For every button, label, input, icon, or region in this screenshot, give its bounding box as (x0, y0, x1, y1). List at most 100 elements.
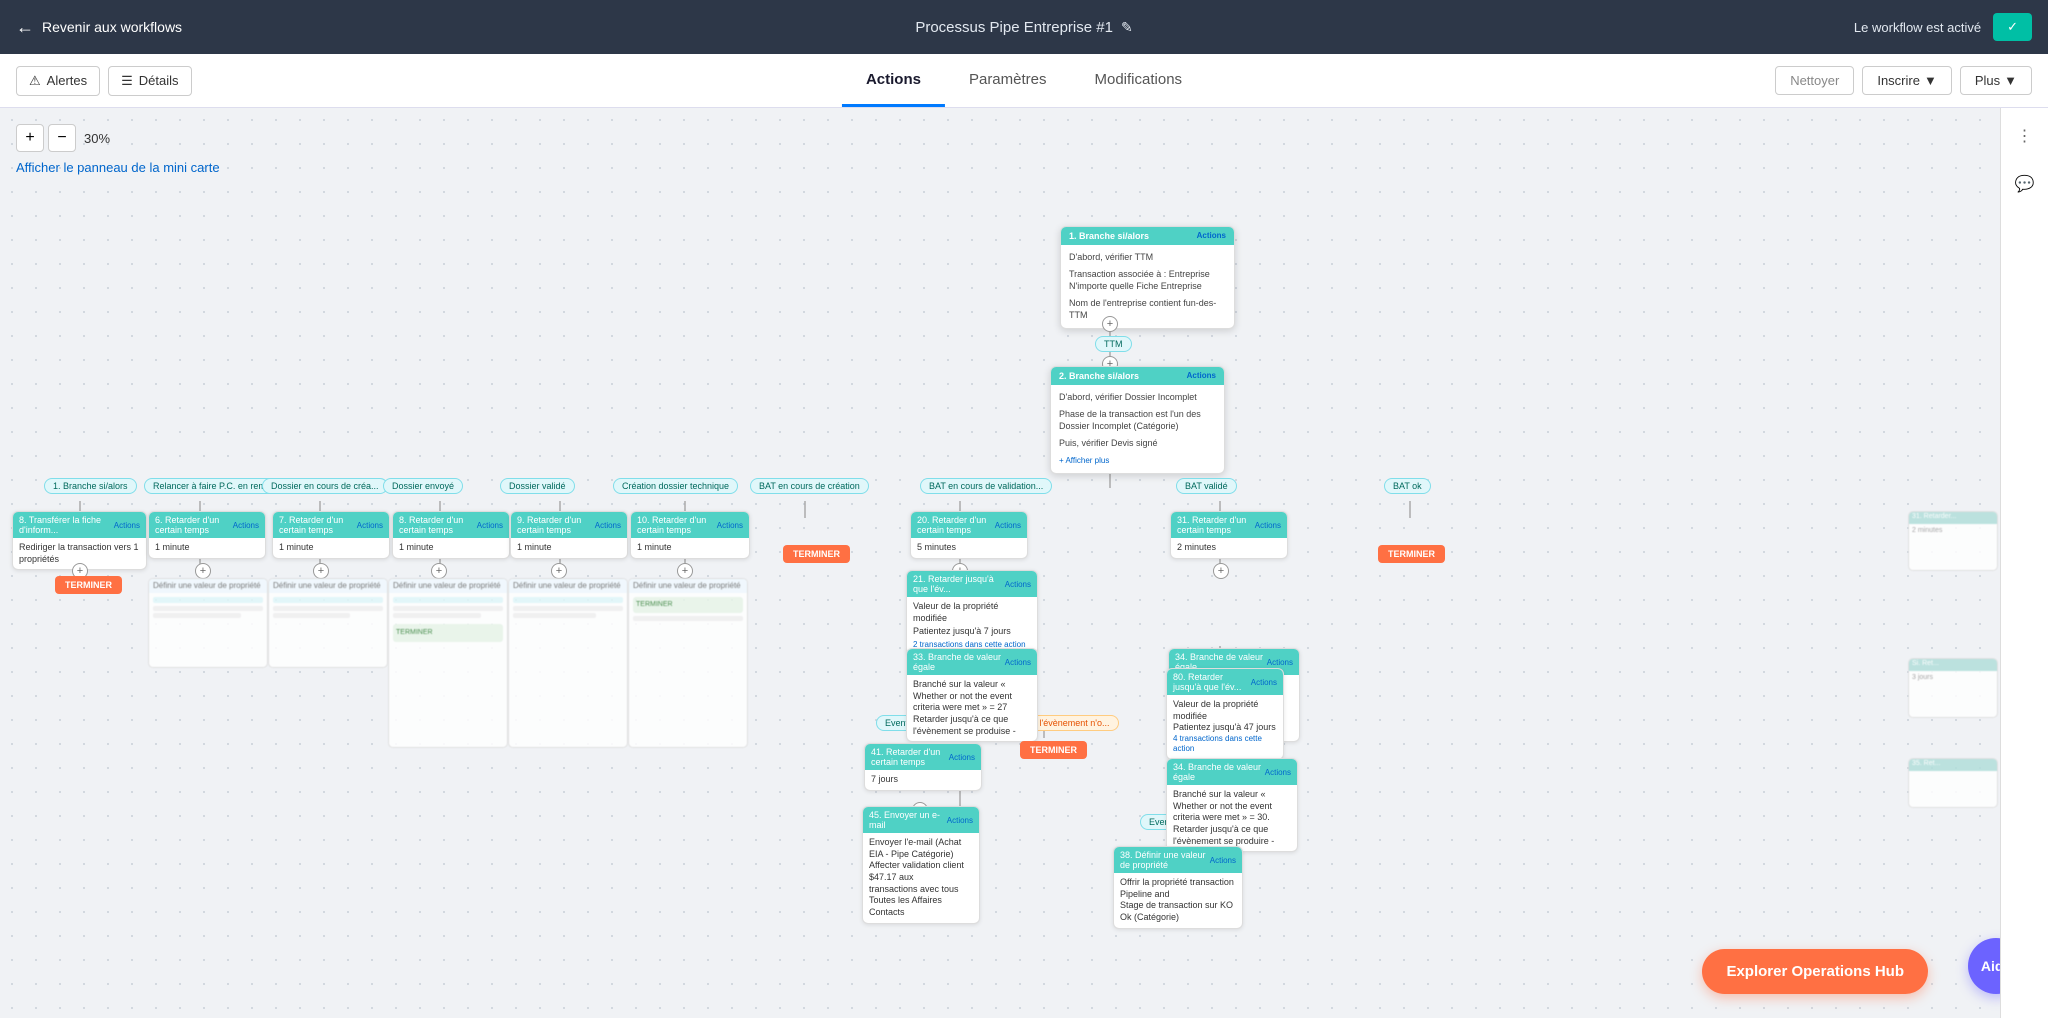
label-bat-en-cours-validation: BAT en cours de validation... (920, 478, 1052, 494)
label-dossier-valide: Dossier validé (500, 478, 575, 494)
action45-label: 45. Envoyer un e-mail (869, 810, 947, 830)
workflow-canvas-area[interactable]: + − 30% Afficher le panneau de la mini c… (0, 108, 2048, 1018)
zoom-out-button[interactable]: − (48, 124, 76, 152)
action41-actions[interactable]: Actions (949, 753, 975, 762)
plus-conn-4[interactable]: + (431, 563, 447, 579)
branch-33: 21. Retarder jusqu'à que l'év... Actions… (906, 570, 1038, 655)
action-node-3: 7. Retarder d'un certain temps Actions 1… (272, 511, 390, 559)
action-node-6: 10. Retarder d'un certain temps Actions … (630, 511, 750, 559)
action31-label: 31. Retarder d'un certain temps (1177, 515, 1255, 535)
minimap-link[interactable]: Afficher le panneau de la mini carte (16, 160, 220, 175)
action3-actions[interactable]: Actions (357, 521, 383, 530)
action5-label: 9. Retarder d'un certain temps (517, 515, 595, 535)
workflow-title: Processus Pipe Entreprise #1 (915, 19, 1113, 36)
action38-actions[interactable]: Actions (1210, 856, 1236, 865)
action1-actions[interactable]: Actions (114, 521, 140, 530)
plus-chevron-icon: ▼ (2004, 73, 2017, 88)
branch2-actions[interactable]: Actions (1187, 371, 1216, 381)
branch33-actions[interactable]: Actions (1005, 580, 1031, 589)
plus-conn-5[interactable]: + (551, 563, 567, 579)
branch1-line4: Nom de l'entreprise contient fun-des-TTM (1069, 297, 1226, 322)
label-dossier-en-cours: Dossier en cours de créa... (262, 478, 388, 494)
details-button[interactable]: ☰ Détails (108, 66, 191, 96)
zoom-level: 30% (80, 131, 114, 146)
panel-chat-icon[interactable]: 💬 (2009, 168, 2041, 200)
action2-actions[interactable]: Actions (233, 521, 259, 530)
action-node-31: 31. Retarder d'un certain temps Actions … (1170, 511, 1288, 559)
nettoyer-button[interactable]: Nettoyer (1775, 66, 1854, 95)
plus-conn-8[interactable]: + (1213, 563, 1229, 579)
branch2-title: 2. Branche si/alors (1059, 371, 1139, 381)
action6-label: 10. Retarder d'un certain temps (637, 515, 717, 535)
back-button[interactable]: ← Revenir aux workflows (16, 17, 182, 38)
details-label: Détails (139, 73, 179, 88)
alert-icon: ⚠ (29, 73, 41, 89)
branch1-body: D'abord, vérifier TTM Transaction associ… (1061, 245, 1234, 328)
action20-actions[interactable]: Actions (995, 521, 1021, 530)
branch33-value: 33. Branche de valeur égale Actions Bran… (906, 648, 1038, 742)
action-node-80: 80. Retarder jusqu'à que l'év... Actions… (1166, 668, 1284, 760)
branch2-body: D'abord, vérifier Dossier Incomplet Phas… (1051, 385, 1224, 473)
connector-dot-1[interactable]: + (1102, 316, 1118, 332)
branch2-show-more[interactable]: + Afficher plus (1059, 455, 1216, 466)
blurred-node-3: Définir une valeur de propriété (268, 578, 388, 668)
action-node-38: 38. Définir une valeur de propriété Acti… (1113, 846, 1243, 929)
terminer-node-0: TERMINER (55, 576, 122, 594)
action1-label: 8. Transférer la fiche d'inform... (19, 515, 114, 535)
workflow-status: Le workflow est activé (1854, 20, 1981, 35)
plus-conn-6[interactable]: + (677, 563, 693, 579)
branch34v2-actions[interactable]: Actions (1265, 768, 1291, 777)
action31-actions[interactable]: Actions (1255, 521, 1281, 530)
branch33v-actions[interactable]: Actions (1005, 658, 1031, 667)
plus-conn-2[interactable]: + (195, 563, 211, 579)
blurred-node-4: Définir une valeur de propriété TERMINER (388, 578, 508, 748)
terminer-node-3: TERMINER (1020, 741, 1087, 759)
action38-label: 38. Définir une valeur de propriété (1120, 850, 1210, 870)
toggle-active-button[interactable]: ✓ (1993, 13, 2032, 41)
edit-icon[interactable]: ✎ (1121, 19, 1133, 36)
explorer-hub-button[interactable]: Explorer Operations Hub (1702, 949, 1928, 994)
branch1-title: 1. Branche si/alors (1069, 231, 1149, 241)
branch1-popup: 1. Branche si/alors Actions D'abord, vér… (1060, 226, 1235, 329)
label-bat-valide: BAT validé (1176, 478, 1237, 494)
action80-actions[interactable]: Actions (1251, 678, 1277, 687)
sub-bar-left: ⚠ Alertes ☰ Détails (16, 66, 192, 96)
tab-actions[interactable]: Actions (842, 55, 945, 107)
action-node-45: 45. Envoyer un e-mail Actions Envoyer l'… (862, 806, 980, 924)
tab-parametres[interactable]: Paramètres (945, 55, 1071, 107)
top-bar: ← Revenir aux workflows Processus Pipe E… (0, 0, 2048, 54)
top-right-controls: Le workflow est activé ✓ (1854, 13, 2032, 41)
branch2-header: 2. Branche si/alors Actions (1051, 367, 1224, 385)
zoom-in-button[interactable]: + (16, 124, 44, 152)
branch2-line2: Phase de la transaction est l'un des Dos… (1059, 408, 1216, 433)
action-node-20: 20. Retarder d'un certain temps Actions … (910, 511, 1028, 559)
inscrire-chevron-icon: ▼ (1924, 73, 1937, 88)
blurred-node-far-right-1: 31. Retarder... 2 minutes (1908, 511, 1998, 571)
branch1-line3: N'importe quelle Fiche Entreprise (1069, 280, 1226, 293)
action-node-41: 41. Retarder d'un certain temps Actions … (864, 743, 982, 791)
action45-actions[interactable]: Actions (947, 816, 973, 825)
alertes-button[interactable]: ⚠ Alertes (16, 66, 100, 96)
branch1-actions[interactable]: Actions (1197, 231, 1226, 241)
connector-lines (0, 108, 2048, 1018)
plus-conn-3[interactable]: + (313, 563, 329, 579)
terminer-node-1: TERMINER (783, 545, 850, 563)
blurred-node-far-right-3: 35. Ret... (1908, 758, 1998, 808)
action-node-4: 8. Retarder d'un certain temps Actions 1… (392, 511, 510, 559)
blurred-node-far-right-2: Si. Ret... 3 jours (1908, 658, 1998, 718)
action4-actions[interactable]: Actions (477, 521, 503, 530)
panel-grid-icon[interactable]: ⋮ (2009, 120, 2041, 152)
action-node-2: 6. Retarder d'un certain temps Actions 1… (148, 511, 266, 559)
action5-actions[interactable]: Actions (595, 521, 621, 530)
action6-actions[interactable]: Actions (717, 521, 743, 530)
inscrire-button[interactable]: Inscrire ▼ (1862, 66, 1952, 95)
plus-button[interactable]: Plus ▼ (1960, 66, 2032, 95)
label-devis-signe: 1. Branche si/alors (44, 478, 137, 494)
blurred-node-2: Définir une valeur de propriété (148, 578, 268, 668)
label-bat-ok: BAT ok (1384, 478, 1431, 494)
tabs-center: Actions Paramètres Modifications (842, 55, 1206, 107)
branch34v-actions[interactable]: Actions (1267, 658, 1293, 667)
right-panel: ⋮ 💬 (2000, 108, 2048, 1018)
tab-modifications[interactable]: Modifications (1071, 55, 1207, 107)
branch2-line3: Puis, vérifier Devis signé (1059, 437, 1216, 450)
